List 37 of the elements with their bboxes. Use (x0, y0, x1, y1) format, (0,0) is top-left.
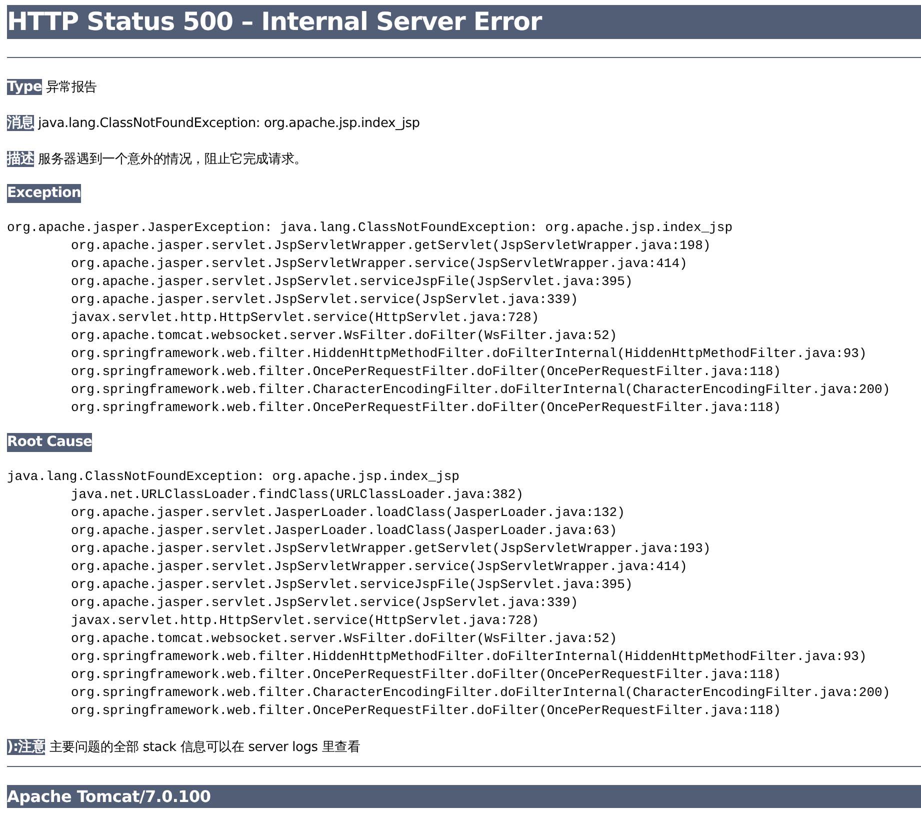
field-label: 消息 (7, 115, 34, 131)
stack-frame: java.net.URLClassLoader.findClass(URLClassLoader.java:382) (7, 486, 921, 504)
stack-frame: org.springframework.web.filter.OncePerRequestFilter.doFilter(OncePerRequestFilter.java:118) (7, 363, 921, 381)
stack-frame: org.apache.jasper.servlet.JspServlet.service(JspServlet.java:339) (7, 594, 921, 612)
stack-frame: org.apache.jasper.servlet.JspServletWrapper.service(JspServletWrapper.java:414) (7, 558, 921, 576)
exception-message: java.lang.ClassNotFoundException: org.apache.jsp.index_jsp (7, 468, 460, 486)
field-label: Type (7, 79, 42, 95)
stack-frame: org.apache.tomcat.websocket.server.WsFilter.doFilter(WsFilter.java:52) (7, 630, 921, 648)
stack-frame: org.springframework.web.filter.OncePerRequestFilter.doFilter(OncePerRequestFilter.java:118) (7, 399, 921, 417)
field-value: 主要问题的全部 stack 信息可以在 server logs 里查看 (49, 740, 360, 755)
stack-frame: org.springframework.web.filter.CharacterEncodingFilter.doFilterInternal(CharacterEncodingFilter.java:200) (7, 684, 921, 702)
stack-frame: org.apache.jasper.servlet.JspServletWrapper.getServlet(JspServletWrapper.java:198) (7, 237, 921, 255)
stack-frame: org.springframework.web.filter.CharacterEncodingFilter.doFilterInternal(CharacterEncodingFilter.java:200) (7, 381, 921, 399)
stack-frame: org.apache.jasper.servlet.JspServletWrapper.getServlet(JspServletWrapper.java:193) (7, 540, 921, 558)
stack-frame: org.apache.jasper.servlet.JasperLoader.loadClass(JasperLoader.java:63) (7, 522, 921, 540)
stack-frame: org.springframework.web.filter.OncePerRequestFilter.doFilter(OncePerRequestFilter.java:118) (7, 702, 921, 720)
stack-frame: org.apache.tomcat.websocket.server.WsFilter.doFilter(WsFilter.java:52) (7, 327, 921, 345)
server-version: Apache Tomcat/7.0.100 (7, 785, 921, 808)
stack-frame: javax.servlet.http.HttpServlet.service(HttpServlet.java:728) (7, 309, 921, 327)
stack-frame: org.springframework.web.filter.HiddenHttpMethodFilter.doFilterInternal(HiddenHttpMethodFilter.java:93) (7, 648, 921, 666)
exception-message: org.apache.jasper.JasperException: java.lang.ClassNotFoundException: org.apache.jsp.index_jsp (7, 219, 734, 237)
field-label: 描述 (7, 151, 34, 167)
stack-frame: org.apache.jasper.servlet.JspServletWrapper.service(JspServletWrapper.java:414) (7, 255, 921, 273)
stack-frame: org.apache.jasper.servlet.JspServlet.serviceJspFile(JspServlet.java:395) (7, 273, 921, 291)
section-heading: Root Cause (7, 433, 92, 452)
stack-frame: javax.servlet.http.HttpServlet.service(HttpServlet.java:728) (7, 612, 921, 630)
field-value: java.lang.ClassNotFoundException: org.apache.jsp.index_jsp (38, 116, 420, 131)
stack-frame: org.springframework.web.filter.OncePerRequestFilter.doFilter(OncePerRequestFilter.java:118) (7, 666, 921, 684)
page-title: HTTP Status 500 – Internal Server Error (7, 5, 921, 39)
stack-frame: org.springframework.web.filter.HiddenHttpMethodFilter.doFilterInternal(HiddenHttpMethodFilter.java:93) (7, 345, 921, 363)
field-value: 异常报告 (46, 80, 98, 95)
stack-frame: org.apache.jasper.servlet.JspServlet.serviceJspFile(JspServlet.java:395) (7, 576, 921, 594)
field-value: 服务器遇到一个意外的情况，阻止它完成请求。 (38, 152, 307, 167)
stack-frame: org.apache.jasper.servlet.JasperLoader.loadClass(JasperLoader.java:132) (7, 504, 921, 522)
field-label: ):注意 (7, 739, 46, 755)
stack-frame: org.apache.jasper.servlet.JspServlet.service(JspServlet.java:339) (7, 291, 921, 309)
section-heading: Exception (7, 184, 81, 203)
